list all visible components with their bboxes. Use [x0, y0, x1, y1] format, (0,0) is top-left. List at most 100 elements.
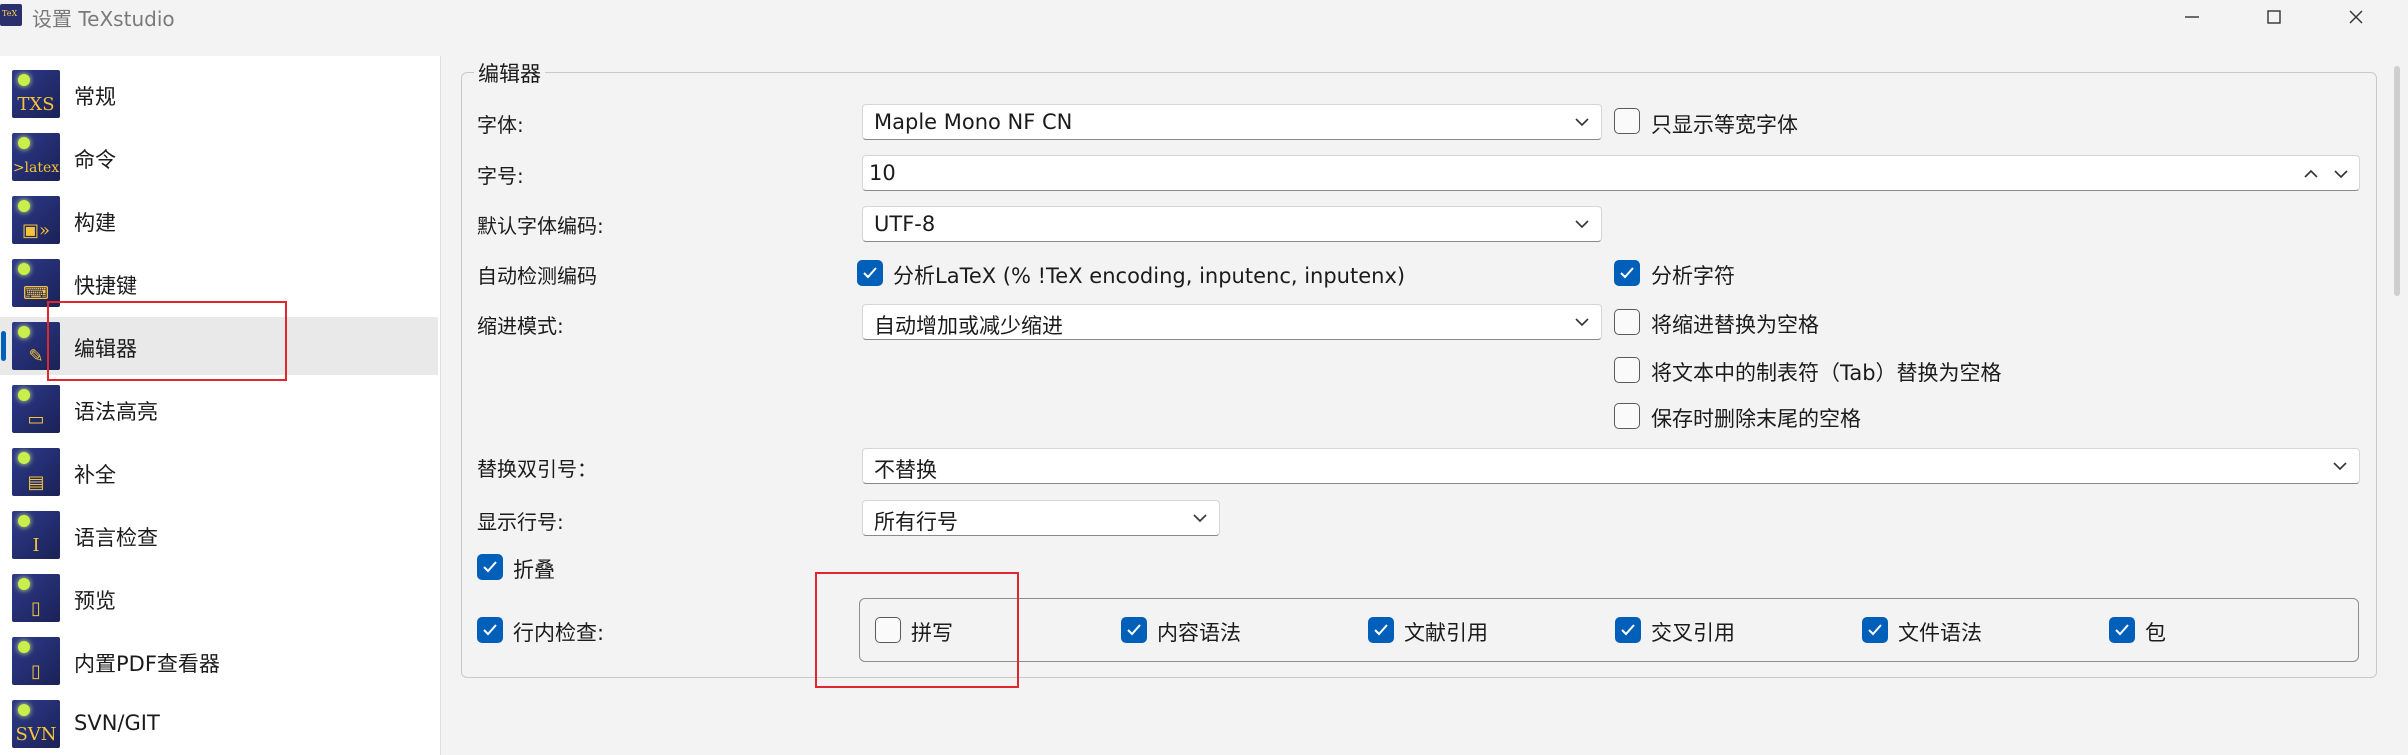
line-numbers-label: 显示行号:	[477, 510, 564, 534]
close-button[interactable]	[2326, 0, 2386, 34]
sidebar-item-label: 预览	[74, 589, 116, 613]
sidebar-item-build[interactable]: ▣» 构建	[0, 191, 438, 249]
auto-detect-encoding-label: 自动检测编码	[477, 264, 597, 288]
sidebar-item-syntax-highlighting[interactable]: ▭ 语法高亮	[0, 380, 438, 438]
content-grammar-label: 内容语法	[1157, 621, 1241, 645]
chevron-down-icon	[1575, 118, 1589, 127]
monospace-only-label: 只显示等宽字体	[1651, 113, 1798, 137]
window-title: 设置 TeXstudio	[32, 7, 175, 31]
strip-trailing-label: 保存时删除末尾的空格	[1651, 407, 1861, 431]
chevron-down-icon	[2333, 462, 2347, 471]
chevron-down-icon	[1193, 514, 1207, 523]
line-numbers-combobox[interactable]: 所有行号	[862, 500, 1220, 536]
sidebar-item-commands[interactable]: >latex 命令	[0, 128, 438, 186]
sidebar-item-shortcuts[interactable]: ⌨ 快捷键	[0, 254, 438, 312]
chevron-down-icon	[1575, 220, 1589, 229]
group-title: 编辑器	[474, 58, 545, 88]
default-encoding-combobox[interactable]: UTF-8	[862, 206, 1602, 242]
keyboard-icon: ⌨	[12, 259, 60, 307]
sidebar-item-label: 构建	[74, 211, 116, 235]
sidebar-item-editor[interactable]: ✎ 编辑器	[0, 317, 438, 375]
close-icon	[2349, 10, 2363, 24]
sidebar-item-svn-git[interactable]: SVN SVN/GIT	[0, 695, 438, 753]
font-value: Maple Mono NF CN	[874, 110, 1073, 134]
sidebar-item-preview[interactable]: ▯ 预览	[0, 569, 438, 627]
package-checkbox[interactable]	[2109, 617, 2135, 643]
indent-mode-combobox[interactable]: 自动增加或减少缩进	[862, 304, 1602, 340]
sidebar-item-label: 内置PDF查看器	[74, 652, 220, 676]
citation-label: 文献引用	[1404, 621, 1488, 645]
latex-command-icon: >latex	[12, 133, 60, 181]
sidebar-item-completion[interactable]: ▤ 补全	[0, 443, 438, 501]
analyze-chars-label: 分析字符	[1651, 264, 1735, 288]
content-grammar-checkbox[interactable]	[1121, 617, 1147, 643]
package-label: 包	[2145, 621, 2166, 645]
checkmark-icon	[1374, 624, 1388, 636]
minimize-icon	[2185, 16, 2199, 18]
chevron-down-icon	[1575, 318, 1589, 327]
indent-mode-label: 缩进模式:	[477, 314, 564, 338]
language-check-icon: I	[12, 511, 60, 559]
sidebar-item-general[interactable]: TXS 常规	[0, 65, 438, 123]
checkmark-icon	[1621, 624, 1635, 636]
checkmark-icon	[1620, 267, 1634, 279]
replace-indent-label: 将缩进替换为空格	[1651, 313, 1819, 337]
checkmark-icon	[2115, 624, 2129, 636]
replace-tab-checkbox[interactable]	[1614, 357, 1640, 383]
replace-quotes-label: 替换双引号：	[477, 457, 597, 481]
sidebar-item-label: 补全	[74, 463, 116, 487]
sidebar-item-label: SVN/GIT	[74, 711, 160, 735]
editor-icon: ✎	[12, 322, 60, 370]
build-icon: ▣»	[12, 196, 60, 244]
citation-checkbox[interactable]	[1368, 617, 1394, 643]
sidebar-item-language-check[interactable]: I 语言检查	[0, 506, 438, 564]
title-bar: 设置 TeXstudio	[0, 0, 2408, 34]
replace-indent-checkbox[interactable]	[1614, 309, 1640, 335]
line-numbers-value: 所有行号	[874, 510, 958, 534]
strip-trailing-checkbox[interactable]	[1614, 403, 1640, 429]
syntax-highlight-icon: ▭	[12, 385, 60, 433]
analyze-latex-label: 分析LaTeX (% !TeX encoding, inputenc, inpu…	[893, 264, 1406, 288]
maximize-icon	[2267, 10, 2281, 24]
spelling-checkbox[interactable]	[875, 617, 901, 643]
indent-mode-value: 自动增加或减少缩进	[874, 314, 1063, 338]
analyze-latex-checkbox[interactable]	[857, 260, 883, 286]
checkmark-icon	[1868, 624, 1882, 636]
sidebar-item-label: 命令	[74, 148, 116, 172]
monospace-only-checkbox[interactable]	[1614, 108, 1640, 134]
sidebar-item-label: 语法高亮	[74, 400, 158, 424]
cross-reference-checkbox[interactable]	[1615, 617, 1641, 643]
file-syntax-checkbox[interactable]	[1862, 617, 1888, 643]
inline-check-checkbox[interactable]	[477, 617, 503, 643]
default-encoding-value: UTF-8	[874, 212, 936, 236]
replace-quotes-value: 不替换	[874, 458, 937, 482]
checkmark-icon	[863, 267, 877, 279]
general-icon: TXS	[12, 70, 60, 118]
file-syntax-label: 文件语法	[1898, 621, 1982, 645]
spelling-label: 拼写	[911, 621, 953, 645]
sidebar-item-pdf-viewer[interactable]: ▯ 内置PDF查看器	[0, 632, 438, 690]
replace-tab-label: 将文本中的制表符（Tab）替换为空格	[1651, 361, 2002, 385]
folding-label: 折叠	[513, 558, 555, 582]
folding-checkbox[interactable]	[477, 554, 503, 580]
analyze-chars-checkbox[interactable]	[1614, 260, 1640, 286]
replace-quotes-combobox[interactable]: 不替换	[862, 448, 2360, 484]
scrollbar[interactable]	[2394, 66, 2400, 296]
completion-icon: ▤	[12, 448, 60, 496]
font-size-value: 10	[869, 161, 896, 185]
minimize-button[interactable]	[2162, 0, 2222, 34]
sidebar-item-label: 编辑器	[74, 337, 137, 361]
font-combobox[interactable]: Maple Mono NF CN	[862, 104, 1602, 140]
preview-icon: ▯	[12, 574, 60, 622]
chevron-up-icon[interactable]	[2301, 164, 2321, 184]
font-size-spinbox[interactable]: 10	[862, 155, 2360, 191]
sidebar-item-label: 常规	[74, 85, 116, 109]
chevron-down-icon[interactable]	[2331, 164, 2351, 184]
checkmark-icon	[483, 624, 497, 636]
settings-category-sidebar: TXS 常规 >latex 命令 ▣» 构建 ⌨ 快捷键 ✎ 编辑器 ▭ 语法高…	[0, 56, 441, 755]
sidebar-item-label: 语言检查	[74, 526, 158, 550]
pdf-viewer-icon: ▯	[12, 637, 60, 685]
checkmark-icon	[483, 561, 497, 573]
maximize-button[interactable]	[2244, 0, 2304, 34]
texstudio-app-icon	[0, 4, 22, 26]
